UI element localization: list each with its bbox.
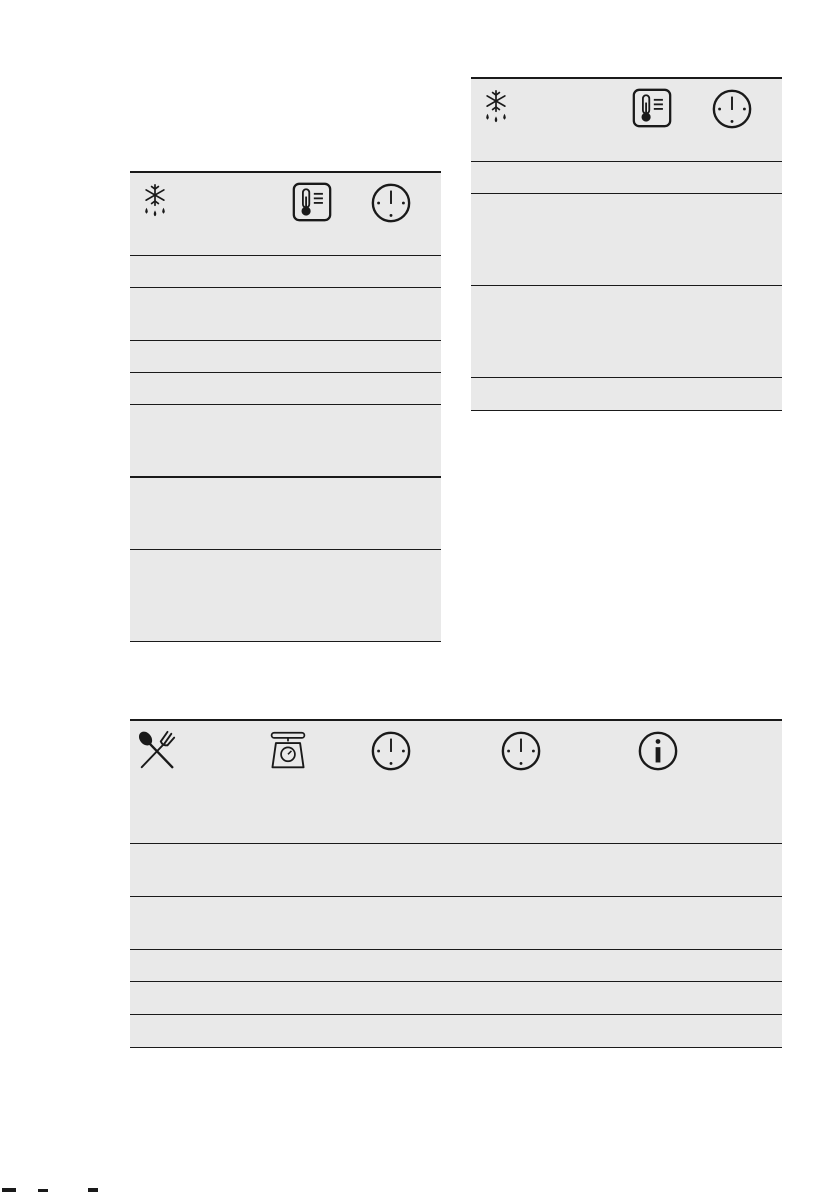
thermometer-icon [292, 182, 332, 222]
table-row [471, 162, 782, 194]
snowflake-drops-icon [138, 181, 172, 221]
table-row [130, 256, 441, 288]
table-row [130, 341, 441, 373]
clock-icon [500, 730, 542, 772]
table-header [471, 77, 782, 162]
table-header [130, 171, 441, 256]
cropped-footer-text [2, 1188, 98, 1192]
table-row [130, 288, 441, 341]
table-header [130, 719, 782, 844]
clock-icon [370, 730, 412, 772]
table-row [130, 950, 782, 982]
info-icon [637, 730, 679, 772]
table-row [471, 194, 782, 286]
table-row [130, 373, 441, 405]
table-row [130, 1015, 782, 1048]
table-row [130, 844, 782, 897]
clock-icon [711, 88, 753, 130]
table-row [130, 478, 441, 550]
clock-icon [370, 182, 412, 224]
snowflake-drops-icon [479, 87, 513, 127]
table-row [471, 378, 782, 411]
dishes-table [130, 719, 782, 1048]
defrost-table-left [130, 171, 441, 642]
kitchen-scale-icon [269, 728, 307, 772]
table-row [471, 286, 782, 378]
thermometer-icon [632, 88, 672, 128]
table-row [130, 982, 782, 1015]
table-row [130, 405, 441, 478]
table-row [130, 897, 782, 950]
spoon-fork-icon [136, 729, 178, 771]
defrost-table-right [471, 77, 782, 411]
table-row [130, 550, 441, 642]
